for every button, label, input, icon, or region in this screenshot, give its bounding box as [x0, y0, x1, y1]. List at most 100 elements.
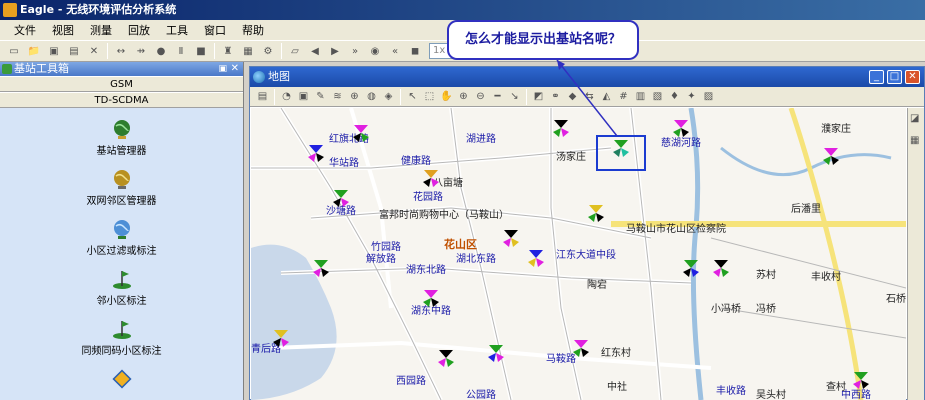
station-label-icon[interactable]: ◩ [531, 89, 546, 104]
step-forward-icon[interactable]: ▶ [327, 43, 343, 59]
save-icon[interactable]: ▣ [296, 89, 311, 104]
close-button[interactable]: ✕ [905, 70, 920, 84]
map-label: 湖东中路 [411, 304, 451, 317]
base-station-marker[interactable] [588, 205, 604, 222]
map-label: 陶宕 [587, 278, 607, 291]
close-doc-icon[interactable]: ✕ [86, 43, 102, 59]
menu-tools[interactable]: 工具 [158, 22, 196, 38]
legend-icon[interactable]: ▦ [909, 134, 925, 150]
projection-icon[interactable]: ◈ [381, 89, 396, 104]
toolbox-title: 基站工具箱 [14, 62, 69, 75]
grid-icon[interactable]: ▥ [633, 89, 648, 104]
rewind-icon[interactable]: « [387, 43, 403, 59]
save-icon[interactable]: ▣ [46, 43, 62, 59]
tool-extra[interactable] [0, 368, 243, 392]
close-icon[interactable]: ✕ [231, 62, 239, 76]
base-station-marker[interactable] [528, 250, 544, 267]
settings-icon[interactable]: ⚙ [260, 43, 276, 59]
stop-icon[interactable]: ■ [193, 43, 209, 59]
map-canvas[interactable]: 红旗北路 健康路 湖进路 华站路 八亩塘 花园路 沙塘路 竹园路 解放路 湖东北… [251, 108, 906, 400]
title-bar: Eagle - 无线环境评估分析系统 [0, 0, 925, 20]
globe-icon [253, 71, 265, 83]
tool-cochannel-mark[interactable]: 同频同码小区标注 [0, 318, 243, 357]
toolbar-separator [281, 43, 282, 59]
unlink-icon[interactable]: ⇸ [133, 43, 149, 59]
map-label: 湖进路 [466, 132, 496, 145]
toolbar-separator [107, 43, 108, 59]
menu-measure[interactable]: 测量 [82, 22, 120, 38]
folder-icon[interactable]: ▱ [287, 43, 303, 59]
select-region-icon[interactable]: ⬚ [422, 89, 437, 104]
record-icon[interactable]: ◉ [367, 43, 383, 59]
wand-icon[interactable]: ✦ [684, 89, 699, 104]
map-label: 西园路 [396, 374, 426, 387]
flag-icon [112, 321, 131, 339]
base-station-marker[interactable] [503, 230, 519, 247]
map-label: 后潘里 [791, 203, 821, 215]
view-menu-icon[interactable]: ▤ [255, 89, 270, 104]
map-label: 濮家庄 [821, 122, 851, 135]
toolbar-separator [526, 88, 527, 105]
base-station-marker[interactable] [673, 120, 689, 137]
layer-panel-icon[interactable]: ◪ [909, 112, 925, 128]
globe-filter-icon [113, 220, 130, 239]
menu-window[interactable]: 窗口 [196, 22, 234, 38]
stop-playback-icon[interactable]: ◼ [407, 43, 423, 59]
crosshair-icon[interactable]: ⊕ [347, 89, 362, 104]
marker-icon[interactable]: ♦ [667, 89, 682, 104]
map-label: 慈湖河路 [661, 136, 701, 149]
base-station-marker[interactable] [313, 260, 329, 277]
menu-help[interactable]: 帮助 [234, 22, 272, 38]
tool-station-manager[interactable]: 基站管理器 [0, 118, 243, 157]
zoom-in-icon[interactable]: ⊕ [456, 89, 471, 104]
minimize-button[interactable]: _ [869, 70, 884, 84]
ruler-icon[interactable]: ━ [490, 89, 505, 104]
chart-icon[interactable]: ▧ [650, 89, 665, 104]
open-folder-icon[interactable]: 📁 [26, 43, 42, 59]
tower-icon[interactable]: ♜ [220, 43, 236, 59]
play-icon[interactable]: ● [153, 43, 169, 59]
diamond-icon [111, 369, 132, 389]
tool-label: 双网邻区管理器 [86, 196, 157, 207]
menu-playback[interactable]: 回放 [120, 22, 158, 38]
layer-edit-icon[interactable]: ✎ [313, 89, 328, 104]
link-icon[interactable]: ↔ [113, 43, 129, 59]
question-callout: 怎么才能显示出基站名呢？ [447, 20, 639, 60]
base-station-marker[interactable] [438, 350, 454, 367]
fast-forward-icon[interactable]: » [347, 43, 363, 59]
menu-view[interactable]: 视图 [44, 22, 82, 38]
pin-icon[interactable]: ▣ [218, 62, 227, 76]
base-station-marker[interactable] [613, 140, 629, 157]
tab-gsm[interactable]: GSM [0, 76, 243, 92]
step-back-icon[interactable]: ◀ [307, 43, 323, 59]
layer-control-icon[interactable]: ≋ [330, 89, 345, 104]
open-icon[interactable]: ◔ [279, 89, 294, 104]
river-line [688, 108, 704, 400]
measure-line-icon[interactable]: ↘ [507, 89, 522, 104]
pan-hand-icon[interactable]: ✋ [439, 89, 454, 104]
map-label: 丰收村 [811, 270, 841, 283]
base-station-marker[interactable] [423, 290, 439, 307]
layers-icon[interactable]: ▦ [240, 43, 256, 59]
map-label: 丰收路 [716, 384, 746, 397]
zoom-out-icon[interactable]: ⊖ [473, 89, 488, 104]
new-file-icon[interactable]: ▭ [6, 43, 22, 59]
maximize-button[interactable]: □ [887, 70, 902, 84]
export-map-icon[interactable]: ▨ [701, 89, 716, 104]
lake-shape [251, 244, 337, 400]
base-station-marker[interactable] [713, 260, 729, 277]
globe-icon[interactable]: ◍ [364, 89, 379, 104]
tool-neighbor-mark[interactable]: 邻小区标注 [0, 268, 243, 307]
toolbox-icon [2, 64, 12, 74]
pause-icon[interactable]: Ⅱ [173, 43, 189, 59]
callout-arrow [556, 59, 618, 137]
tab-td-scdma[interactable]: TD-SCDMA [0, 92, 243, 108]
menu-file[interactable]: 文件 [6, 22, 44, 38]
export-icon[interactable]: ▤ [66, 43, 82, 59]
tool-dual-network-manager[interactable]: 双网邻区管理器 [0, 168, 243, 207]
tool-cell-filter[interactable]: 小区过滤或标注 [0, 218, 243, 257]
map-label: 中社 [607, 380, 627, 393]
map-label: 华站路 [329, 156, 359, 169]
flag-icon [112, 271, 131, 289]
pointer-icon[interactable]: ↖ [405, 89, 420, 104]
